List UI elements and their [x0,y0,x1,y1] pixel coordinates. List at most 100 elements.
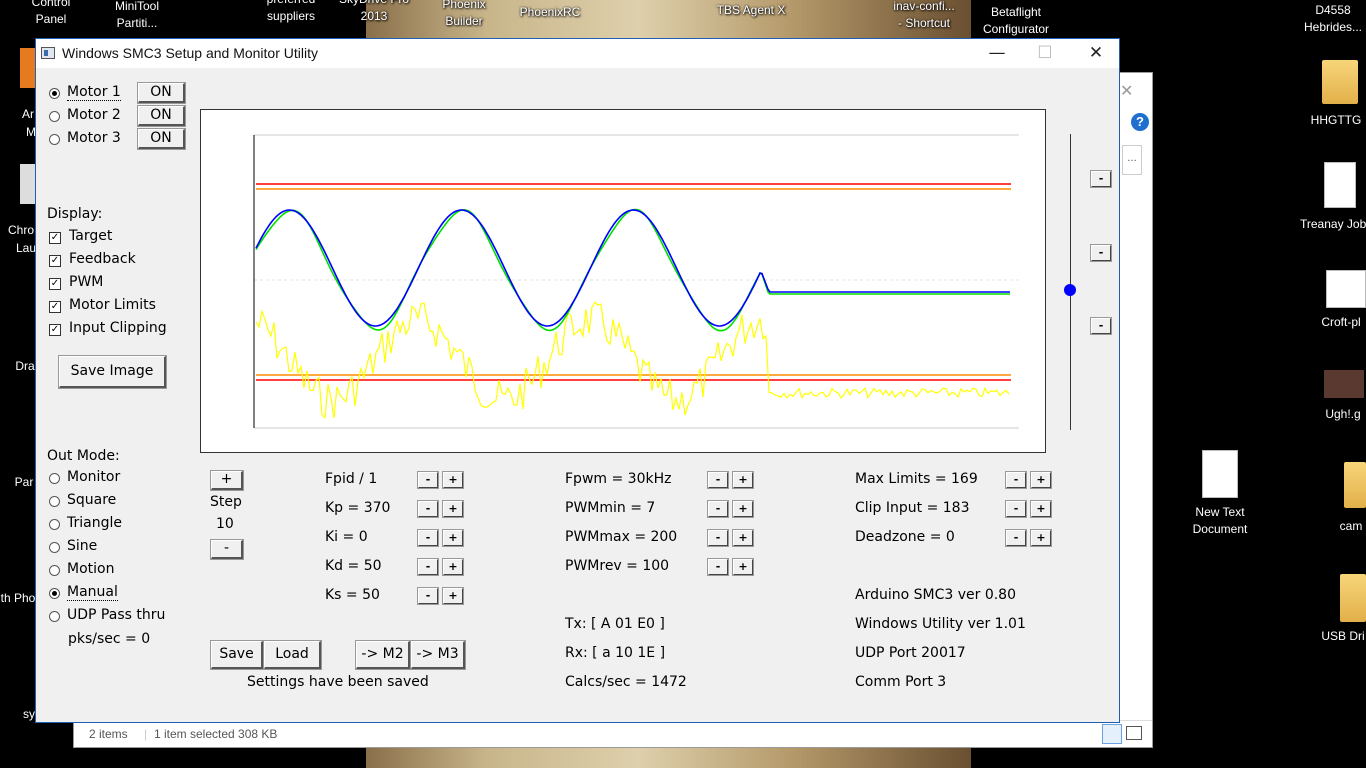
minimize-button[interactable]: — [973,39,1021,68]
desktop-icon-partial[interactable]: Chro [6,222,36,239]
desktop-icon-phoenix-builder[interactable]: Phoenix Builder [432,0,496,30]
fpwm-minus-button[interactable]: - [707,471,729,489]
mode-udp-radio[interactable] [49,611,60,622]
desktop-icon-tbs-agent[interactable]: TBS Agent X [706,2,796,19]
desktop-icon-usb[interactable]: USB Dri [1320,628,1366,645]
clip-input-plus-button[interactable]: + [1030,500,1052,518]
mode-sine-radio[interactable] [49,542,60,553]
max-limits-plus-button[interactable]: + [1030,471,1052,489]
pwm-label: PWM [69,274,104,290]
desktop-label: th Pho [0,591,36,605]
details-view-icon[interactable] [1102,724,1122,744]
pwmmin-minus-button[interactable]: - [707,500,729,518]
motor-3-radio[interactable] [49,134,60,145]
desktop-icon-partial[interactable]: th Pho [0,590,36,607]
pwm-checkbox[interactable]: ✓ [49,278,61,290]
desktop-icon-cam[interactable]: cam [1336,518,1366,535]
manual-slider-track[interactable] [1070,134,1071,430]
mode-manual-label: Manual [67,584,118,601]
save-image-button[interactable]: Save Image [58,355,167,389]
ki-label: Ki = 0 [325,529,368,545]
step-label: Step [210,494,242,510]
folder-icon [1322,60,1358,104]
step-decrease-button[interactable]: - [210,539,244,560]
desktop-icon-inav[interactable]: inav-confi... - Shortcut [884,0,964,32]
maximize-button[interactable]: ☐ [1021,39,1069,68]
pwmrev-plus-button[interactable]: + [732,558,754,576]
smc3-window[interactable]: Windows SMC3 Setup and Monitor Utility —… [35,38,1120,723]
mode-motion-radio[interactable] [49,565,60,576]
manual-slider-thumb[interactable] [1064,284,1076,296]
load-button[interactable]: Load [263,640,322,670]
title-bar[interactable]: Windows SMC3 Setup and Monitor Utility —… [36,39,1119,68]
help-icon[interactable]: ? [1131,113,1149,131]
save-button[interactable]: Save [210,640,264,670]
large-icons-view-icon[interactable] [1126,726,1142,740]
pwmmin-plus-button[interactable]: + [732,500,754,518]
feedback-checkbox[interactable]: ✓ [49,255,61,267]
close-button[interactable]: ✕ [1072,39,1120,68]
desktop-icon-partial[interactable]: sy [22,706,36,723]
copy-to-m3-button[interactable]: -> M3 [410,640,466,670]
motor-1-radio[interactable] [49,88,60,99]
kp-minus-button[interactable]: - [417,500,439,518]
max-limits-minus-button[interactable]: - [1005,471,1027,489]
desktop-icon-new-text-document[interactable]: New Text Document [1182,504,1258,538]
deadzone-minus-button[interactable]: - [1005,529,1027,547]
mode-triangle-label: Triangle [67,515,122,531]
input-clipping-checkbox[interactable]: ✓ [49,324,61,336]
scale-lower-button[interactable]: - [1090,317,1112,335]
ki-plus-button[interactable]: + [442,529,464,547]
pwmrev-minus-button[interactable]: - [707,558,729,576]
desktop-label: Ar [22,107,34,121]
desktop-label: Treanay Job [1300,217,1366,231]
ks-plus-button[interactable]: + [442,587,464,605]
step-increase-button[interactable]: + [210,470,244,491]
scale-middle-button[interactable]: - [1090,244,1112,262]
desktop-icon-treanay[interactable]: Treanay Job [1300,216,1366,233]
fpid-plus-button[interactable]: + [442,471,464,489]
fpwm-plus-button[interactable]: + [732,471,754,489]
pwmmax-minus-button[interactable]: - [707,529,729,547]
copy-to-m2-button[interactable]: -> M2 [355,640,411,670]
motor-3-on-button[interactable]: ON [137,128,186,150]
desktop-icon-croft[interactable]: Croft-pl [1316,314,1366,331]
motor-limits-checkbox[interactable]: ✓ [49,301,61,313]
desktop-icon-phoenixrc[interactable]: PhoenixRC [510,4,590,21]
target-checkbox[interactable]: ✓ [49,232,61,244]
desktop-icon-betaflight[interactable]: Betaflight Configurator [974,4,1058,38]
desktop-icon-partial[interactable]: Ar [20,106,36,123]
mode-manual-radio[interactable] [49,588,60,599]
motor-2-on-button[interactable]: ON [137,105,186,127]
ki-minus-button[interactable]: - [417,529,439,547]
desktop-icon-partial[interactable]: Par [12,474,36,491]
motor-2-radio[interactable] [49,111,60,122]
desktop-icon-control-panel[interactable]: Control Panel [25,0,77,28]
pwmmax-plus-button[interactable]: + [732,529,754,547]
arduino-version: Arduino SMC3 ver 0.80 [855,587,1016,603]
close-icon[interactable]: ✕ [1120,81,1133,100]
desktop-icon-partial[interactable]: Dra [14,358,36,375]
desktop-icon-preferred-suppliers[interactable]: preferred suppliers [256,0,326,25]
deadzone-plus-button[interactable]: + [1030,529,1052,547]
mode-square-label: Square [67,492,117,508]
desktop-icon-minitool[interactable]: MiniTool Partiti... [104,0,170,32]
mode-triangle-radio[interactable] [49,519,60,530]
clip-input-minus-button[interactable]: - [1005,500,1027,518]
kd-minus-button[interactable]: - [417,558,439,576]
motor-1-on-button[interactable]: ON [137,82,186,104]
desktop-icon-d4558[interactable]: D4558 Hebrides... [1300,2,1366,36]
kp-plus-button[interactable]: + [442,500,464,518]
scale-upper-button[interactable]: - [1090,170,1112,188]
kd-plus-button[interactable]: + [442,558,464,576]
desktop-icon-hhgttg[interactable]: HHGTTG [1306,112,1366,129]
mode-monitor-radio[interactable] [49,473,60,484]
fpid-minus-button[interactable]: - [417,471,439,489]
desktop-icon-partial[interactable]: Lau [16,240,36,257]
more-options-button[interactable]: ... [1122,145,1142,175]
mode-square-radio[interactable] [49,496,60,507]
desktop-icon-skydrive[interactable]: SkyDrive Pro 2013 [334,0,414,25]
desktop-icon-ugh[interactable]: Ugh!.g [1320,406,1366,423]
status-divider: | [144,727,148,741]
ks-minus-button[interactable]: - [417,587,439,605]
